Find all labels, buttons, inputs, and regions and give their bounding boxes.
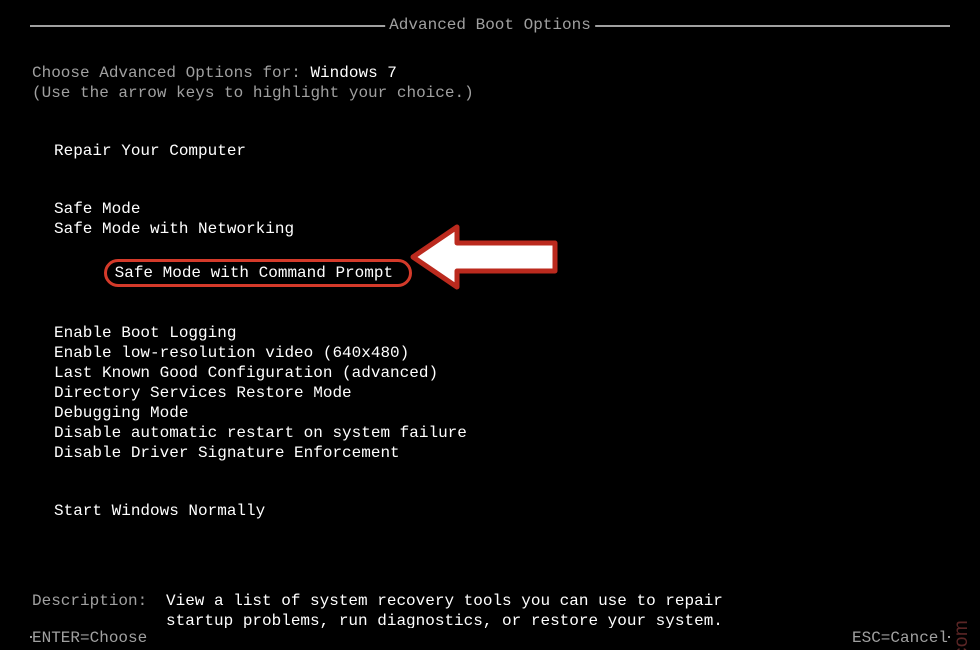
watermark-text: 2-remove-virus.com <box>950 620 974 650</box>
enter-hint: ENTER=Choose <box>32 628 147 648</box>
highlight-ring: Safe Mode with Command Prompt <box>104 259 412 287</box>
menu-disable-driver-sig[interactable]: Disable Driver Signature Enforcement <box>32 443 948 463</box>
screen-title: Advanced Boot Options <box>385 15 595 35</box>
menu-start-normally[interactable]: Start Windows Normally <box>32 501 948 521</box>
footer-bar: ENTER=Choose ESC=Cancel <box>32 628 948 648</box>
menu-safe-mode-networking[interactable]: Safe Mode with Networking <box>32 219 948 239</box>
esc-hint: ESC=Cancel <box>852 628 948 648</box>
choose-label: Choose Advanced Options for: <box>32 64 310 82</box>
os-name: Windows 7 <box>310 64 396 82</box>
menu-safe-mode[interactable]: Safe Mode <box>32 199 948 219</box>
menu-boot-logging[interactable]: Enable Boot Logging <box>32 323 948 343</box>
arrow-hint: (Use the arrow keys to highlight your ch… <box>32 83 948 103</box>
menu-repair-computer[interactable]: Repair Your Computer <box>32 141 948 161</box>
menu-low-res-video[interactable]: Enable low-resolution video (640x480) <box>32 343 948 363</box>
boot-options-frame: Advanced Boot Options Choose Advanced Op… <box>30 25 950 638</box>
menu-ds-restore-mode[interactable]: Directory Services Restore Mode <box>32 383 948 403</box>
description-line-1: View a list of system recovery tools you… <box>166 591 948 611</box>
menu-safe-mode-command-prompt[interactable]: Safe Mode with Command Prompt <box>32 239 948 307</box>
menu-debugging-mode[interactable]: Debugging Mode <box>32 403 948 423</box>
menu-last-known-good[interactable]: Last Known Good Configuration (advanced) <box>32 363 948 383</box>
description-label: Description: <box>32 591 166 631</box>
menu-disable-auto-restart[interactable]: Disable automatic restart on system fail… <box>32 423 948 443</box>
